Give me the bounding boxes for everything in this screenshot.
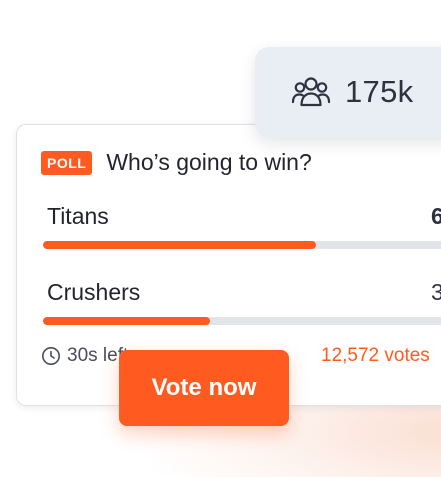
vote-now-button[interactable]: Vote now (119, 350, 289, 426)
option-percent: 62% (430, 203, 441, 229)
option-percent: 38% (430, 279, 441, 305)
poll-option-crushers[interactable]: Crushers 38% (47, 279, 441, 306)
viewer-count: 175k (345, 74, 414, 109)
poll-header: POLL Who’s going to win? (41, 149, 312, 176)
vote-count: 12,572 votes (321, 345, 430, 366)
stage: POLL Who’s going to win? Titans 62% Crus… (0, 0, 441, 477)
viewer-count-badge: 175k (255, 47, 441, 137)
poll-option-titans[interactable]: Titans 62% (47, 203, 441, 230)
option-name: Titans (47, 203, 109, 229)
option-bar-track (43, 317, 441, 325)
poll-question: Who’s going to win? (106, 149, 312, 175)
option-bar-fill (43, 317, 211, 325)
poll-badge: POLL (41, 150, 93, 175)
option-name: Crushers (47, 279, 141, 305)
option-bar-track (43, 241, 441, 249)
clock-icon (41, 346, 61, 366)
people-icon (291, 74, 331, 110)
option-bar-fill (43, 241, 316, 249)
